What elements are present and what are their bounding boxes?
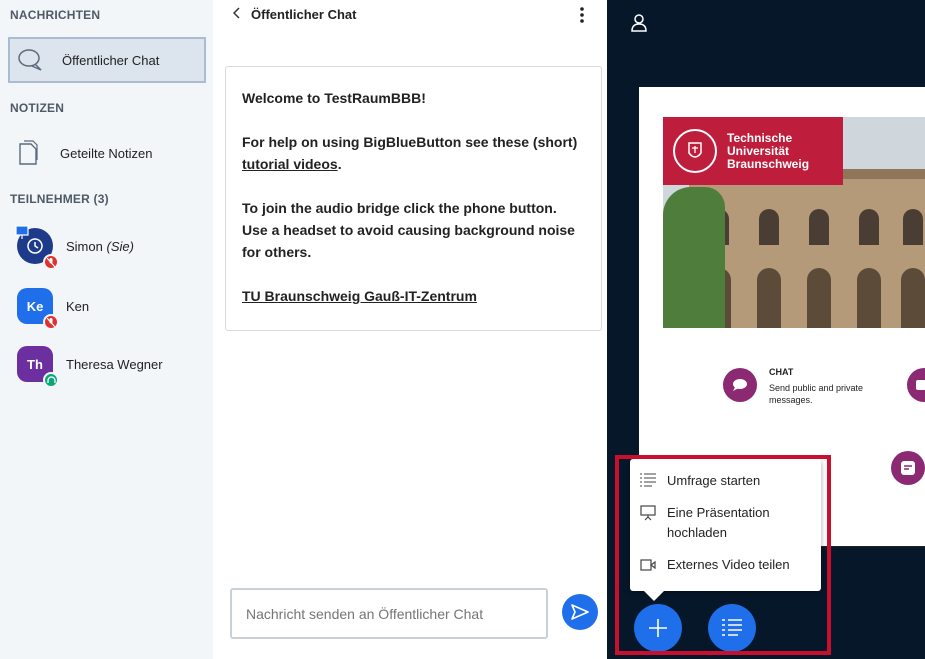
menu-pointer [644,591,664,601]
presentation-icon [640,505,658,527]
actions-menu: Umfrage starten Eine Präsentation hochla… [630,459,821,591]
presentation-area: Technische Universität Braunschweig CHAT… [607,0,925,659]
sidebar-item-label: Geteilte Notizen [60,145,153,161]
send-icon [571,604,589,620]
participants-section-title: TEILNEHMER (3) [10,192,109,206]
university-seal-icon [673,129,717,173]
user-icon[interactable] [631,14,647,37]
participant-name: Theresa Wegner [66,356,163,372]
list-icon [722,619,742,636]
menu-item-start-poll[interactable]: Umfrage starten [640,471,760,493]
list-icon [640,473,658,493]
avatar [15,225,59,270]
video-camera-icon [640,557,658,577]
video-icon [907,368,925,402]
tutorial-videos-link[interactable]: tutorial videos [242,156,338,172]
chat-bubble-icon [10,42,50,78]
chat-header[interactable]: Öffentlicher Chat [232,7,357,22]
presenter-icon [15,225,29,239]
notes-section-title: NOTIZEN [10,101,65,115]
menu-item-upload-presentation[interactable]: Eine Präsentation hochladen [640,503,807,543]
plus-icon [649,619,667,637]
headphones-icon [43,372,59,388]
feature-chat: CHAT Send public and private messages. [723,367,879,406]
avatar: Ke [17,288,59,330]
poll-button[interactable] [708,604,756,652]
campus-photo: Technische Universität Braunschweig [663,117,925,328]
notes-icon [891,451,925,485]
more-options-icon[interactable] [575,6,589,26]
participant-ken[interactable]: Ke Ken [17,288,90,330]
messages-section-title: NACHRICHTEN [10,8,101,22]
muted-microphone-icon [43,314,59,330]
bbb-window: NACHRICHTEN Öffentlicher Chat NOTIZEN Ge… [0,0,925,659]
participant-name: Simon (Sie) [66,238,134,254]
welcome-message: Welcome to TestRaumBBB! For help on usin… [225,66,602,331]
send-button[interactable] [562,594,598,630]
audio-instructions: To join the audio bridge click the phone… [242,200,575,260]
sidebar-item-public-chat[interactable]: Öffentlicher Chat [8,37,206,83]
chat-message-input[interactable] [230,588,548,639]
chevron-left-icon[interactable] [232,7,241,22]
welcome-line: Welcome to TestRaumBBB! [242,90,426,106]
chat-title: Öffentlicher Chat [251,7,357,22]
avatar: Th [17,346,59,388]
participant-theresa-wegner[interactable]: Th Theresa Wegner [17,346,163,388]
sidebar-item-shared-notes[interactable]: Geteilte Notizen [8,130,206,176]
participant-name: Ken [66,298,90,314]
help-line: For help on using BigBlueButton see thes… [242,134,578,172]
document-icon [8,135,48,171]
tu-braunschweig-logo: Technische Universität Braunschweig [663,117,843,185]
menu-item-share-external-video[interactable]: Externes Video teilen [640,555,790,577]
participant-simon[interactable]: Simon (Sie) [15,225,134,270]
actions-button[interactable] [634,604,682,652]
chat-icon [723,368,757,402]
sidebar: NACHRICHTEN Öffentlicher Chat NOTIZEN Ge… [0,0,213,659]
chat-panel: Öffentlicher Chat Welcome to TestRaumBBB… [213,0,607,659]
muted-microphone-icon [43,254,59,270]
sidebar-item-label: Öffentlicher Chat [62,52,160,68]
tu-braunschweig-link[interactable]: TU Braunschweig Gauß-IT-Zentrum [242,288,477,304]
